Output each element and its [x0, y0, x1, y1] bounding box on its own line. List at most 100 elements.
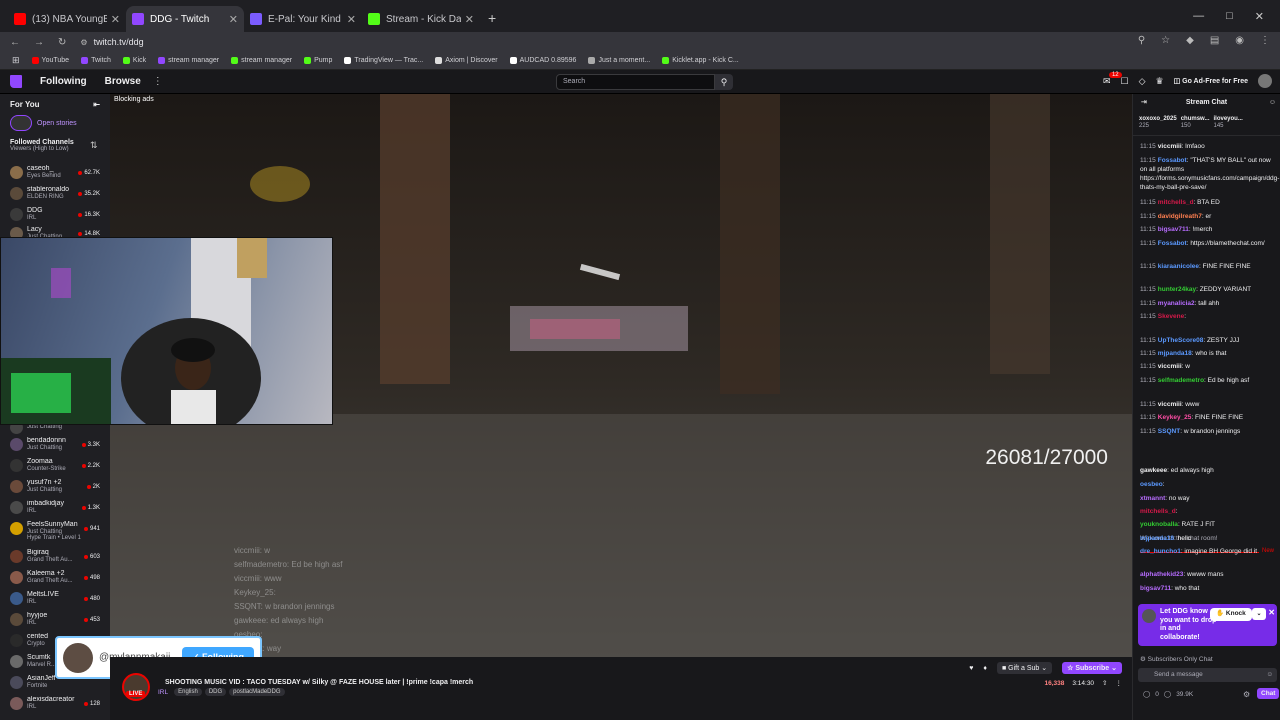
collapse-sidebar-icon[interactable]: ⇤ [93, 100, 100, 109]
bookmark-item[interactable]: YouTube [31, 57, 69, 64]
forward-icon[interactable]: → [34, 37, 44, 48]
tab-close-icon[interactable]: ✕ [347, 13, 356, 26]
browser-tab[interactable]: DDG - Twitch ✕ [126, 6, 244, 32]
browser-tab[interactable]: E-Pal: Your Kind Teammates ✕ [244, 6, 362, 32]
sidebar-channel[interactable]: Bigiraq Grand Theft Au... 603 [0, 546, 110, 567]
sidebar-channel[interactable]: stableronaldo ELDEN RING 35.2K [0, 183, 110, 204]
message-username[interactable]: Fossabot [1158, 240, 1187, 247]
sidebar-channel[interactable]: DDG IRL 16.3K [0, 204, 110, 225]
reload-icon[interactable]: ↻ [58, 37, 66, 48]
chat-users-icon[interactable]: ☺ [1269, 99, 1276, 106]
message-username[interactable]: viccmiii [1158, 401, 1182, 408]
ad-free-button[interactable]: ◫ Go Ad-Free for Free [1174, 77, 1248, 85]
message-username[interactable]: viccmiii [1158, 143, 1182, 150]
new-tab-button[interactable]: + [488, 10, 496, 26]
stream-tag[interactable]: postlacMadeDDG [229, 688, 285, 696]
bookmark-item[interactable]: Axiom | Discover [435, 57, 498, 64]
inbox-icon[interactable]: ☐ [1120, 76, 1128, 87]
bookmark-item[interactable]: stream manager [158, 57, 219, 64]
message-username[interactable]: myanalicia2 [1158, 300, 1195, 307]
whispers-icon[interactable]: ◇ [1139, 76, 1146, 87]
sidebar-channel[interactable]: Zoomaa Counter-Strike 2.2K [0, 455, 110, 476]
stream-category[interactable]: IRL [158, 689, 168, 696]
sidebar-channel[interactable]: imbadkidjay IRL 1.3K [0, 497, 110, 518]
chat-settings-icon[interactable]: ⚙ [1243, 690, 1250, 699]
more-icon[interactable]: ⋮ [153, 76, 163, 87]
bookmark-item[interactable]: Twitch [81, 57, 111, 64]
sidebar-icon[interactable]: ▤ [1210, 35, 1219, 46]
bookmark-item[interactable]: Just a moment... [588, 57, 650, 64]
extension-icon[interactable]: ◆ [1186, 35, 1194, 46]
url-field[interactable]: twitch.tv/ddg [94, 37, 144, 47]
search-input[interactable]: Search [556, 74, 715, 90]
tab-close-icon[interactable]: ✕ [465, 13, 474, 26]
message-username[interactable]: youknoballa [1140, 521, 1178, 528]
minimize-icon[interactable]: — [1193, 10, 1204, 22]
nav-browse[interactable]: Browse [105, 76, 141, 87]
stream-tag[interactable]: English [174, 688, 202, 696]
sidebar-channel[interactable]: hyyjoe IRL 453 [0, 609, 110, 630]
menu-icon[interactable]: ⋮ [1260, 35, 1270, 46]
promo-close-icon[interactable]: ✕ [1268, 608, 1275, 618]
gifter[interactable]: iloveyou... 145 [1214, 116, 1243, 130]
subscribe-button[interactable]: ☆ Subscribe ⌄ [1062, 662, 1122, 674]
nav-following[interactable]: Following [40, 76, 87, 87]
more-options-icon[interactable]: ⋮ [1116, 679, 1123, 687]
bookmark-item[interactable]: TradingView — Trac... [344, 57, 423, 64]
emote-icon[interactable]: ☺ [1266, 671, 1273, 678]
message-username[interactable]: viccmiii [1158, 363, 1182, 370]
sidebar-channel[interactable]: Kaleema +2 Grand Theft Au... 498 [0, 567, 110, 588]
browser-tab[interactable]: (13) NBA YoungBoy - Unrel ✕ [8, 6, 126, 32]
message-username[interactable]: Skevene [1158, 313, 1184, 320]
user-avatar[interactable] [1258, 74, 1272, 88]
share-icon[interactable]: ⇧ [1102, 679, 1107, 687]
twitch-logo-icon[interactable] [10, 75, 22, 88]
sidebar-channel[interactable]: caseoh_ Eyes Behind 62.7K [0, 162, 110, 183]
message-username[interactable]: Keykey_25 [1158, 414, 1192, 421]
knock-dropdown-icon[interactable]: ⌄ [1252, 608, 1266, 620]
message-username[interactable]: xtmannt [1140, 495, 1165, 502]
message-username[interactable]: mjpanda18 [1140, 535, 1174, 542]
message-username[interactable]: oesbeo [1140, 481, 1163, 488]
message-username[interactable]: mitchells_d [1140, 508, 1176, 515]
message-username[interactable]: kiaraanicolee [1158, 263, 1199, 270]
sidebar-channel[interactable]: bendadonnn Just Chatting 3.3K [0, 434, 110, 455]
tab-close-icon[interactable]: ✕ [111, 13, 120, 26]
bookmark-item[interactable]: AUDCAD 0.89596 [509, 57, 576, 64]
message-username[interactable]: SSQNT [1158, 428, 1180, 435]
bookmark-item[interactable]: Kick [122, 57, 146, 64]
points2-icon[interactable]: ◯ [1164, 690, 1171, 698]
message-username[interactable]: dre_huncho1 [1140, 548, 1181, 555]
sort-icon[interactable]: ⇅ [90, 140, 98, 151]
collapse-chat-icon[interactable]: ⇥ [1141, 98, 1147, 106]
message-username[interactable]: hunter24kay [1158, 286, 1196, 293]
gifter[interactable]: chumsw... 150 [1181, 116, 1210, 130]
browser-tab[interactable]: Stream - Kick Dashboard ✕ [362, 6, 480, 32]
sidebar-channel[interactable]: alexisdacreator IRL 128 [0, 693, 110, 714]
gift-sub-button[interactable]: ■ Gift a Sub ⌄ [996, 662, 1053, 674]
chat-send-button[interactable]: Chat [1257, 688, 1280, 699]
message-username[interactable]: alphathekid23 [1140, 571, 1183, 578]
knock-button[interactable]: ✋ Knock [1210, 608, 1252, 621]
bookmark-star-icon[interactable]: ☆ [1161, 35, 1170, 46]
site-info-icon[interactable]: ⚙ [80, 38, 87, 47]
profile-icon[interactable]: ◉ [1235, 35, 1244, 46]
tab-close-icon[interactable]: ✕ [229, 13, 238, 26]
message-username[interactable]: mjpanda18 [1158, 350, 1192, 357]
close-window-icon[interactable]: ✕ [1255, 10, 1264, 23]
bookmark-item[interactable]: Kicklet.app - Kick C... [662, 57, 739, 64]
bell-icon[interactable]: ♦ [983, 665, 987, 672]
bookmark-item[interactable]: Pump [304, 57, 332, 64]
crown-icon[interactable]: ♛ [1155, 76, 1163, 87]
bookmark-item[interactable]: stream manager [231, 57, 292, 64]
message-username[interactable]: Fossabot [1158, 157, 1187, 164]
maximize-icon[interactable]: □ [1226, 10, 1233, 22]
chat-input[interactable]: Send a message ☺ [1138, 668, 1277, 682]
message-username[interactable]: bigsav711 [1140, 585, 1171, 592]
sidebar-channel[interactable]: MeltsLIVE IRL 480 [0, 588, 110, 609]
gifter[interactable]: xoxoxo_2025 225 [1139, 116, 1177, 130]
message-username[interactable]: mitchells_d [1158, 199, 1194, 206]
message-username[interactable]: selfmademetro [1158, 377, 1204, 384]
search-icon[interactable]: ⚲ [715, 74, 733, 90]
message-username[interactable]: davidgilreath7 [1158, 213, 1202, 220]
